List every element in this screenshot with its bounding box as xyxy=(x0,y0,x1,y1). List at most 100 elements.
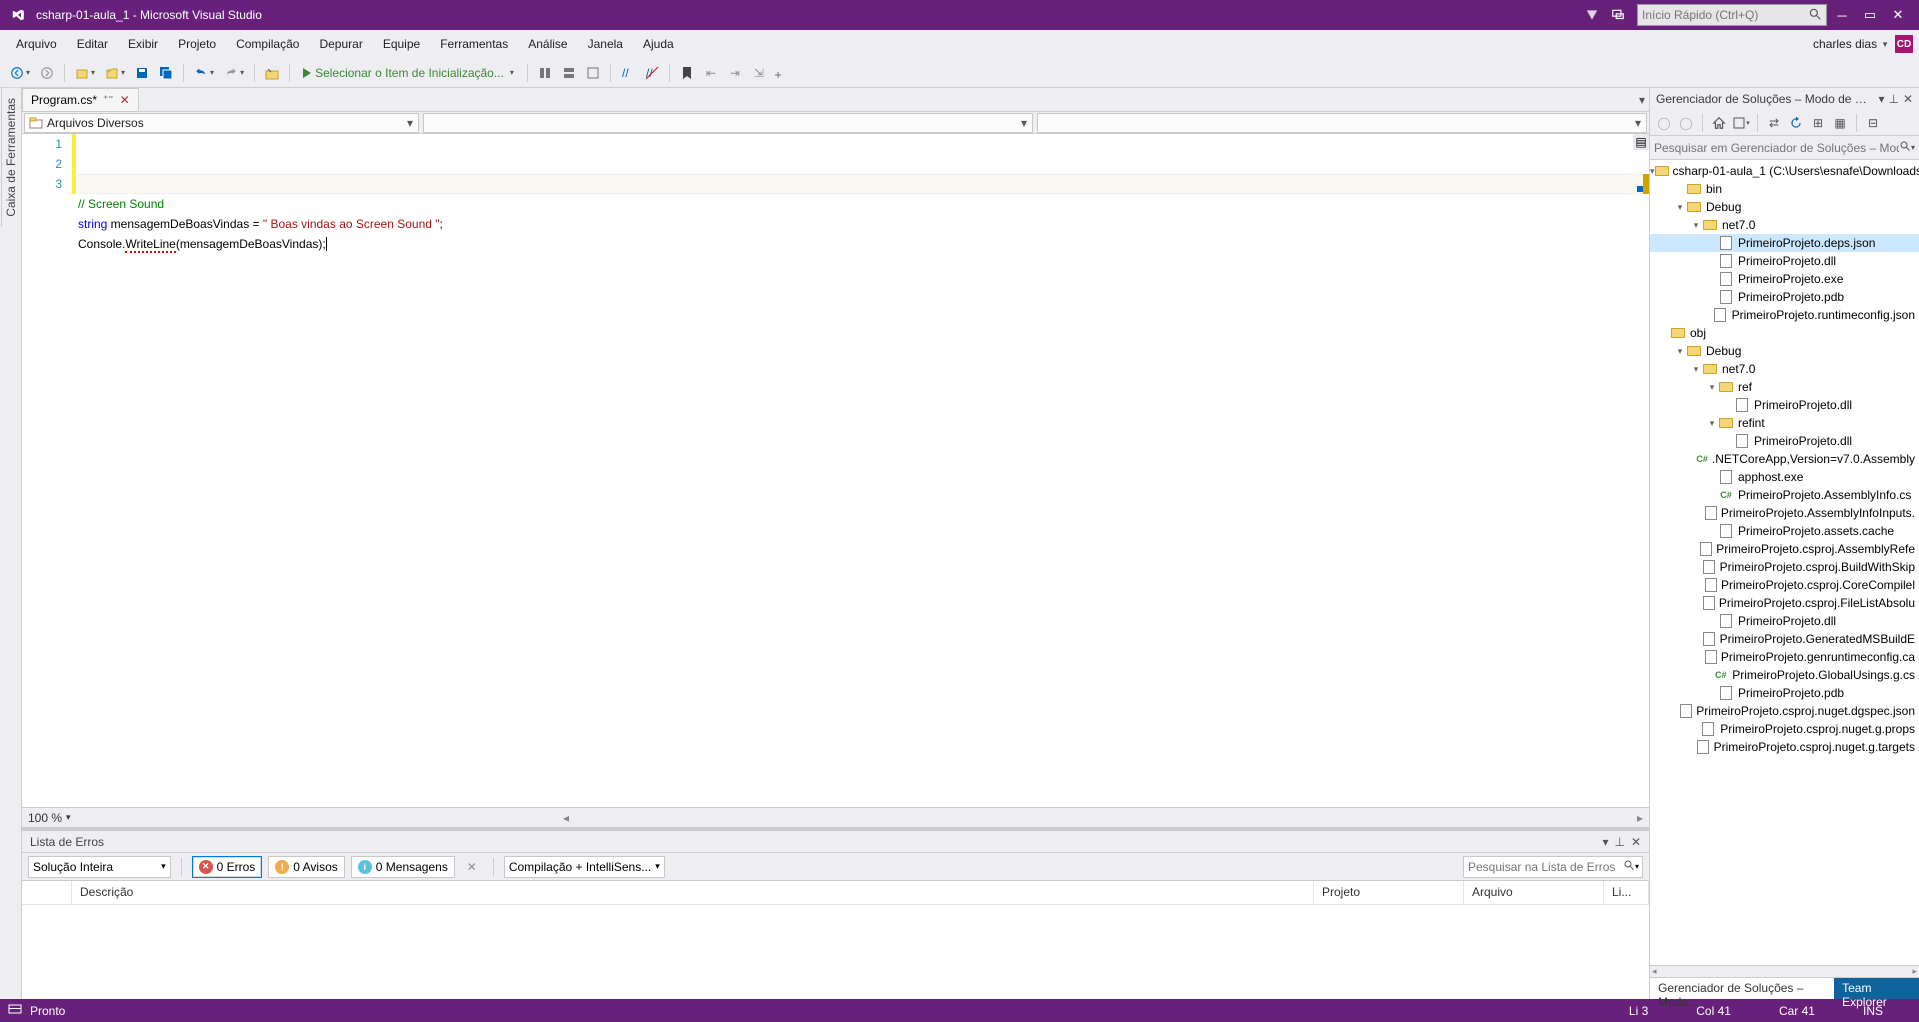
search-icon[interactable] xyxy=(1899,140,1911,155)
tree-file[interactable]: PrimeiroProjeto.csproj.FileListAbsolu xyxy=(1650,594,1919,612)
panel-close-icon[interactable]: ✕ xyxy=(1631,835,1641,849)
redo-button[interactable]: ▾ xyxy=(220,62,248,84)
build-filter-dropdown[interactable]: Compilação + IntelliSens... ▾ xyxy=(504,856,665,878)
pin-icon[interactable]: ⁺⁼ xyxy=(103,94,114,105)
panel-pin-icon[interactable]: ⊥ xyxy=(1614,835,1624,849)
sx-fwd-icon[interactable]: ◯ xyxy=(1676,113,1696,133)
user-dropdown-icon[interactable]: ▼ xyxy=(1881,40,1889,49)
tree-file[interactable]: C#PrimeiroProjeto.AssemblyInfo.cs xyxy=(1650,486,1919,504)
tree-file[interactable]: PrimeiroProjeto.dll xyxy=(1650,432,1919,450)
col-project[interactable]: Projeto xyxy=(1314,881,1464,904)
tree-file[interactable]: PrimeiroProjeto.dll xyxy=(1650,396,1919,414)
search-icon[interactable] xyxy=(1623,859,1635,874)
tree-file[interactable]: PrimeiroProjeto.dll xyxy=(1650,612,1919,630)
team-explorer-tab[interactable]: Team Explorer xyxy=(1834,978,1919,999)
step-button-2[interactable] xyxy=(558,62,580,84)
save-all-button[interactable] xyxy=(155,62,177,84)
tab-overflow-icon[interactable]: ▾ xyxy=(1639,93,1645,107)
panel-dropdown-icon[interactable]: ▾ xyxy=(1878,92,1884,106)
sx-collapse-icon[interactable]: ⇄ xyxy=(1764,113,1784,133)
tree-expander-icon[interactable]: ▾ xyxy=(1674,202,1686,213)
new-project-button[interactable]: ▾ xyxy=(71,62,99,84)
tree-file[interactable]: PrimeiroProjeto.csproj.BuildWithSkip xyxy=(1650,558,1919,576)
menu-depurar[interactable]: Depurar xyxy=(309,33,372,55)
tree-expander-icon[interactable]: ▾ xyxy=(1706,418,1718,429)
tree-file[interactable]: PrimeiroProjeto.deps.json xyxy=(1650,234,1919,252)
editor-tab-program[interactable]: Program.cs* ⁺⁼ ✕ xyxy=(22,88,139,111)
tree-root[interactable]: ▾ csharp-01-aula_1 (C:\Users\esnafe\Down… xyxy=(1650,162,1919,180)
sx-sync-icon[interactable]: ▾ xyxy=(1731,113,1751,133)
menu-janela[interactable]: Janela xyxy=(578,33,633,55)
menu-ferramentas[interactable]: Ferramentas xyxy=(430,33,518,55)
step-button-1[interactable] xyxy=(534,62,556,84)
tree-file[interactable]: PrimeiroProjeto.csproj.nuget.g.targets xyxy=(1650,738,1919,756)
tree-file[interactable]: PrimeiroProjeto.GeneratedMSBuildE xyxy=(1650,630,1919,648)
tree-expander-icon[interactable]: ▾ xyxy=(1674,346,1686,357)
tree-folder[interactable]: ▾Debug xyxy=(1650,342,1919,360)
minimize-button[interactable]: ─ xyxy=(1829,4,1855,26)
menu-projeto[interactable]: Projeto xyxy=(168,33,226,55)
toolbox-tab[interactable]: Caixa de Ferramentas xyxy=(1,88,20,227)
search-icon[interactable] xyxy=(1808,7,1822,24)
user-avatar[interactable]: CD xyxy=(1895,35,1913,53)
menu-arquivo[interactable]: Arquivo xyxy=(6,33,67,55)
user-name[interactable]: charles dias xyxy=(1809,37,1881,51)
messages-toggle[interactable]: i 0 Mensagens xyxy=(351,856,455,878)
tb-extra-1[interactable]: ⇤ xyxy=(700,62,722,84)
uncomment-button[interactable]: // xyxy=(641,62,663,84)
notifications-icon[interactable] xyxy=(1581,4,1603,26)
nav-back-button[interactable]: ▾ xyxy=(6,62,34,84)
tree-folder[interactable]: obj xyxy=(1650,324,1919,342)
tree-folder[interactable]: ▾net7.0 xyxy=(1650,360,1919,378)
tree-file[interactable]: PrimeiroProjeto.csproj.nuget.g.props xyxy=(1650,720,1919,738)
code-area[interactable]: // Screen Sound string mensagemDeBoasVin… xyxy=(78,134,1649,807)
tree-file[interactable]: PrimeiroProjeto.runtimeconfig.json xyxy=(1650,306,1919,324)
clear-filter-button[interactable]: ✕ xyxy=(461,856,483,878)
tree-expander-icon[interactable]: ▾ xyxy=(1690,364,1702,375)
hscroll-right-icon[interactable]: ▸ xyxy=(1637,811,1643,825)
col-line[interactable]: Li... xyxy=(1604,881,1649,904)
panel-pin-icon[interactable]: ⊥ xyxy=(1888,92,1898,106)
tree-expander-icon[interactable]: ▾ xyxy=(1706,382,1718,393)
tree-file[interactable]: PrimeiroProjeto.exe xyxy=(1650,270,1919,288)
bookmark-button[interactable] xyxy=(676,62,698,84)
tree-folder[interactable]: bin xyxy=(1650,180,1919,198)
col-file[interactable]: Arquivo xyxy=(1464,881,1604,904)
feedback-icon[interactable] xyxy=(1607,4,1629,26)
sx-back-icon[interactable]: ◯ xyxy=(1654,113,1674,133)
tree-file[interactable]: PrimeiroProjeto.assets.cache xyxy=(1650,522,1919,540)
menu-compilacao[interactable]: Compilação xyxy=(226,33,309,55)
sx-home-icon[interactable] xyxy=(1709,113,1729,133)
code-editor[interactable]: 1 2 3 // Screen Sound string mensagemDeB… xyxy=(22,134,1649,807)
nav-forward-button[interactable] xyxy=(36,62,58,84)
error-search[interactable]: ▾ xyxy=(1463,856,1643,878)
open-file-button[interactable]: ▾ xyxy=(101,62,129,84)
undo-button[interactable]: ▾ xyxy=(190,62,218,84)
errors-toggle[interactable]: ✕ 0 Erros xyxy=(192,856,263,878)
hscroll-left-icon[interactable]: ◂ xyxy=(563,811,569,825)
tree-file[interactable]: PrimeiroProjeto.pdb xyxy=(1650,684,1919,702)
tree-file[interactable]: PrimeiroProjeto.csproj.nuget.dgspec.json xyxy=(1650,702,1919,720)
sx-refresh-icon[interactable] xyxy=(1786,113,1806,133)
panel-dropdown-icon[interactable]: ▾ xyxy=(1602,835,1608,849)
col-code[interactable] xyxy=(22,881,72,904)
menu-ajuda[interactable]: Ajuda xyxy=(633,33,684,55)
step-button-3[interactable] xyxy=(582,62,604,84)
tree-folder[interactable]: ▾refint xyxy=(1650,414,1919,432)
warnings-toggle[interactable]: ! 0 Avisos xyxy=(268,856,344,878)
sx-showall-icon[interactable]: ⊞ xyxy=(1808,113,1828,133)
col-description[interactable]: Descrição xyxy=(72,881,1314,904)
start-debug-button[interactable]: Selecionar o Item de Inicialização... ▾ xyxy=(296,62,521,84)
tree-file[interactable]: PrimeiroProjeto.pdb xyxy=(1650,288,1919,306)
menu-exibir[interactable]: Exibir xyxy=(118,33,168,55)
nav-member-dropdown[interactable]: ▾ xyxy=(1037,113,1647,133)
tree-folder[interactable]: ▾ref xyxy=(1650,378,1919,396)
tree-file[interactable]: apphost.exe xyxy=(1650,468,1919,486)
error-search-input[interactable] xyxy=(1468,860,1623,874)
properties-button[interactable] xyxy=(261,62,283,84)
sx-properties-icon[interactable]: ▦ xyxy=(1830,113,1850,133)
save-button[interactable] xyxy=(131,62,153,84)
nav-project-dropdown[interactable]: Arquivos Diversos ▾ xyxy=(24,113,419,133)
tree-file[interactable]: PrimeiroProjeto.dll xyxy=(1650,252,1919,270)
nav-type-dropdown[interactable]: ▾ xyxy=(423,113,1033,133)
